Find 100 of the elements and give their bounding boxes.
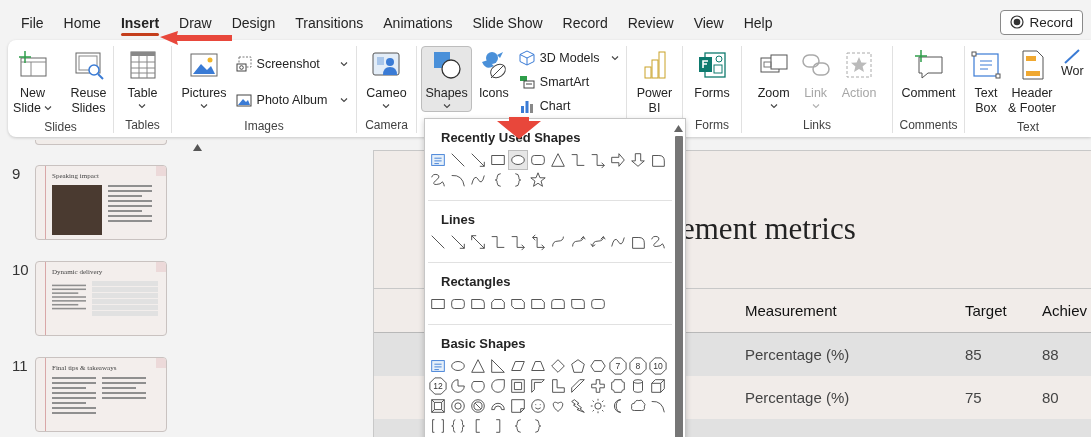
text-box-icon [970, 49, 1002, 81]
caret-icon [43, 105, 52, 111]
menu-tab[interactable]: File [11, 9, 54, 37]
slide-number: 10 [11, 261, 30, 279]
teardrop-icon[interactable] [488, 376, 508, 396]
menu-tab[interactable]: Design [221, 9, 286, 37]
caret-icon [138, 103, 147, 109]
text-lines-drawing [108, 185, 152, 222]
numbered-polygon-icon[interactable]: 10 [648, 356, 668, 376]
ribbon-button[interactable]: New Slide [8, 46, 60, 119]
ribbon-button[interactable]: Screenshot [232, 55, 351, 73]
ribbon-button[interactable]: Photo Album [232, 91, 351, 109]
diagonal-stripe-icon[interactable] [568, 376, 588, 396]
menu-tab[interactable]: Help [733, 9, 783, 37]
table-cell-text: 85 [965, 346, 983, 363]
ribbon-button[interactable]: Cameo [362, 46, 411, 112]
half-frame-icon[interactable] [528, 376, 548, 396]
slide-thumbnail[interactable] [35, 140, 167, 145]
scroll-up-icon[interactable] [193, 144, 202, 151]
cube-icon [518, 50, 535, 66]
pointer-arrow [160, 31, 232, 45]
right-arrow-icon[interactable] [608, 150, 628, 170]
ribbon-button[interactable]: Table [122, 46, 163, 112]
bar-chart-icon [518, 98, 535, 114]
caret-icon [339, 97, 348, 103]
ribbon-button[interactable]: Icons [473, 46, 514, 104]
group-label: Tables [125, 117, 160, 133]
group-label: Text [1017, 119, 1039, 135]
menu-tab[interactable]: Insert [110, 9, 170, 37]
ribbon-button[interactable]: Power BI [627, 46, 682, 119]
group-label: Links [803, 117, 831, 133]
pie-icon[interactable] [448, 376, 468, 396]
bevel-icon[interactable] [428, 396, 448, 416]
cross-icon[interactable] [588, 376, 608, 396]
caret-icon [811, 103, 820, 109]
slide-number: 9 [11, 165, 22, 183]
ribbon-button[interactable]: Reuse Slides [61, 46, 116, 119]
ribbon-button[interactable]: Wor [1059, 46, 1086, 82]
menu-tab[interactable]: Draw [169, 9, 222, 37]
folded-corner-icon[interactable] [508, 396, 528, 416]
ribbon-button[interactable]: Chart [515, 97, 622, 115]
down-arrow-icon[interactable] [628, 150, 648, 170]
corner-accent [156, 262, 166, 272]
ribbon-button[interactable]: Zoom [753, 46, 794, 112]
caret-icon [442, 103, 451, 109]
sun-icon[interactable] [588, 396, 608, 416]
smiley-icon[interactable] [528, 396, 548, 416]
cube-icon[interactable] [648, 376, 668, 396]
photo-album-icon [235, 92, 252, 108]
text-lines-drawing [102, 377, 146, 399]
numbered-polygon-icon[interactable]: 12 [428, 376, 448, 396]
plaque-icon[interactable] [608, 376, 628, 396]
menu-tab[interactable]: Transitions [285, 9, 374, 37]
star-action-icon [843, 49, 875, 81]
triangle-icon[interactable] [468, 356, 488, 376]
screenshot-icon [235, 56, 252, 72]
slide-number: 11 [11, 357, 29, 375]
menu-tab[interactable]: Review [617, 9, 684, 37]
numbered-polygon-icon[interactable]: 8 [628, 356, 648, 376]
scrollbar-thumb[interactable] [674, 136, 683, 437]
ribbon-button[interactable]: Text Box [967, 46, 1005, 119]
ribbon-button[interactable]: 3D Models [515, 49, 622, 67]
slanted-line-icon [1064, 49, 1081, 64]
caret-icon [200, 103, 208, 109]
star-icon[interactable] [528, 170, 548, 190]
record-icon [1010, 15, 1025, 29]
ribbon-button[interactable]: Forms [690, 46, 734, 104]
section-heading: Basic Shapes [440, 336, 526, 352]
record-button[interactable]: Record [1000, 9, 1083, 35]
diamond-icon[interactable] [548, 356, 568, 376]
menu-tab[interactable]: View [683, 9, 734, 37]
pentagon-icon[interactable] [568, 356, 588, 376]
menu-tab[interactable]: Record [552, 9, 618, 37]
corner-accent [156, 166, 166, 176]
ribbon-button[interactable]: Shapes [421, 46, 472, 112]
table-cell-text: 75 [965, 389, 983, 406]
smartart-icon [518, 74, 535, 90]
ribbon-button[interactable]: Pictures [177, 46, 231, 112]
frame-icon[interactable] [508, 376, 528, 396]
table-cell-text: Percentage (%) [745, 346, 851, 363]
column-header: Target [965, 302, 1008, 319]
right-triangle-icon[interactable] [488, 356, 508, 376]
ribbon-button[interactable]: Header & Footer [1005, 46, 1059, 119]
numbered-polygon-icon[interactable]: 7 [608, 356, 628, 376]
ribbon-button[interactable]: Comment [897, 46, 960, 104]
column-header: Measurement [745, 302, 838, 319]
group-label: Slides [44, 119, 77, 135]
scroll-up-icon[interactable] [674, 125, 683, 132]
ribbon-button[interactable]: SmartArt [515, 73, 622, 91]
menu-tab[interactable]: Animations [373, 9, 463, 37]
table-cell: 80 [1042, 389, 1059, 406]
group-label: Images [244, 118, 284, 134]
donut-icon[interactable] [448, 396, 468, 416]
menu-tab[interactable]: Home [53, 9, 111, 37]
triangle-icon[interactable] [548, 150, 568, 170]
no-symbol-icon[interactable] [468, 396, 488, 416]
menu-tab[interactable]: Slide Show [462, 9, 553, 37]
double-arrow-line-icon[interactable] [468, 232, 488, 252]
group-label: Camera [365, 117, 408, 133]
caret-icon [610, 55, 619, 61]
